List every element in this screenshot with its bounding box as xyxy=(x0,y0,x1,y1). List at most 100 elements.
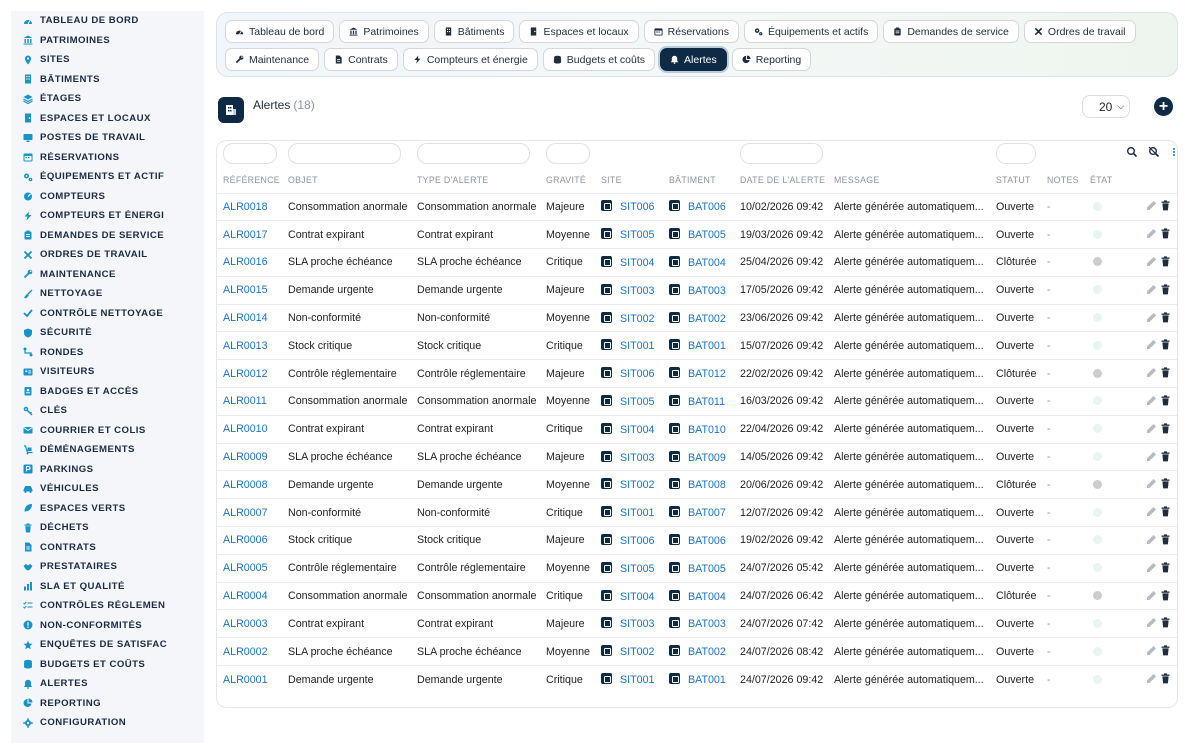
delete-trash-icon[interactable] xyxy=(1160,562,1171,573)
sidebar-item-parking[interactable]: PARKINGS xyxy=(11,460,204,480)
tab-door[interactable]: Espaces et locaux xyxy=(519,20,639,43)
edit-pencil-icon[interactable] xyxy=(1146,562,1157,573)
table-row[interactable]: ALR0015 Demande urgente Demande urgente Maj… xyxy=(217,275,1177,305)
delete-trash-icon[interactable] xyxy=(1160,367,1171,378)
sidebar-item-dolly[interactable]: DÉMÉNAGEMENTS xyxy=(11,440,204,460)
building-link[interactable]: BAT007 xyxy=(688,507,726,519)
sidebar-item-building[interactable]: BÂTIMENTS xyxy=(11,70,204,90)
delete-trash-icon[interactable] xyxy=(1160,506,1171,517)
delete-trash-icon[interactable] xyxy=(1160,450,1171,462)
sidebar-item-chart[interactable]: SLA ET QUALITÉ xyxy=(11,577,204,597)
table-row[interactable]: ALR0007 Non-conformité Non-conformité Criti… xyxy=(217,498,1177,527)
edit-pencil-icon[interactable] xyxy=(1146,506,1157,517)
add-alert-button[interactable]: + xyxy=(1154,97,1173,116)
table-row[interactable]: ALR0013 Stock critique Stock critique Criti… xyxy=(217,331,1177,360)
alert-reference-link[interactable]: ALR0018 xyxy=(217,192,282,221)
tab-bolt[interactable]: Compteurs et énergie xyxy=(402,48,538,71)
delete-trash-icon[interactable] xyxy=(1160,645,1171,656)
table-row[interactable]: ALR0018 Consommation anormale Consommation… xyxy=(217,192,1177,221)
sidebar-item-gauge[interactable]: COMPTEURS xyxy=(11,187,204,207)
column-options-icon[interactable] xyxy=(1171,146,1177,158)
sidebar-item-wrench[interactable]: MAINTENANCE xyxy=(11,265,204,285)
edit-pencil-icon[interactable] xyxy=(1146,673,1157,684)
alert-reference-link[interactable]: ALR0016 xyxy=(217,248,282,277)
sidebar-item-envelope[interactable]: COURRIER ET COLIS xyxy=(11,421,204,441)
sidebar-item-bolt[interactable]: COMPTEURS ET ÉNERGI xyxy=(11,206,204,226)
site-link[interactable]: SIT001 xyxy=(620,674,654,686)
column-header[interactable]: Site xyxy=(595,168,663,193)
filter-date-input[interactable] xyxy=(740,143,823,164)
table-row[interactable]: ALR0002 SLA proche échéance SLA proche éch… xyxy=(217,637,1177,666)
alert-reference-link[interactable]: ALR0006 xyxy=(217,526,282,555)
building-link[interactable]: BAT004 xyxy=(688,257,726,269)
edit-pencil-icon[interactable] xyxy=(1146,228,1157,239)
sidebar-item-list-check[interactable]: CONTRÔLES RÉGLEMEN xyxy=(11,596,204,616)
sidebar-item-key[interactable]: CLÉS xyxy=(11,401,204,421)
tab-calendar[interactable]: Réservations xyxy=(643,20,739,43)
tab-bell[interactable]: Alertes xyxy=(660,48,727,71)
column-header[interactable]: Notes xyxy=(1041,168,1084,193)
building-link[interactable]: BAT006 xyxy=(688,201,726,213)
column-header[interactable]: État xyxy=(1084,168,1124,193)
building-link[interactable]: BAT002 xyxy=(688,313,726,325)
delete-trash-icon[interactable] xyxy=(1160,423,1171,434)
edit-pencil-icon[interactable] xyxy=(1146,395,1157,406)
sidebar-item-handshake[interactable]: PRESTATAIRES xyxy=(11,557,204,577)
edit-pencil-icon[interactable] xyxy=(1146,423,1157,434)
site-link[interactable]: SIT002 xyxy=(620,479,654,491)
edit-pencil-icon[interactable] xyxy=(1146,200,1157,211)
tab-building-columns[interactable]: Patrimoines xyxy=(339,20,429,43)
site-link[interactable]: SIT002 xyxy=(620,313,654,325)
building-link[interactable]: BAT012 xyxy=(688,368,726,380)
site-link[interactable]: SIT001 xyxy=(620,507,654,519)
building-link[interactable]: BAT005 xyxy=(688,563,726,575)
delete-trash-icon[interactable] xyxy=(1160,256,1171,267)
delete-trash-icon[interactable] xyxy=(1160,589,1171,601)
site-link[interactable]: SIT004 xyxy=(620,257,654,269)
building-link[interactable]: BAT009 xyxy=(688,452,726,464)
column-header[interactable]: Message xyxy=(828,168,990,193)
column-header[interactable]: Référence xyxy=(217,168,282,193)
sidebar-item-gears[interactable]: ÉQUIPEMENTS ET ACTIF xyxy=(11,167,204,187)
filter-objet-input[interactable] xyxy=(288,143,401,164)
filter-gravite-input[interactable] xyxy=(546,143,590,164)
building-link[interactable]: BAT003 xyxy=(688,285,726,297)
site-link[interactable]: SIT003 xyxy=(620,285,654,297)
tab-tools[interactable]: Ordres de travail xyxy=(1023,20,1136,43)
building-link[interactable]: BAT004 xyxy=(688,591,726,603)
delete-trash-icon[interactable] xyxy=(1160,228,1171,239)
sidebar-item-desktop[interactable]: POSTES DE TRAVAIL xyxy=(11,128,204,148)
table-row[interactable]: ALR0012 Contrôle réglementaire Contrôle ré… xyxy=(217,359,1177,388)
building-link[interactable]: BAT006 xyxy=(688,535,726,547)
tab-gears[interactable]: Équipements et actifs xyxy=(743,20,879,43)
filter-type-input[interactable] xyxy=(417,143,530,164)
sidebar-item-tools[interactable]: ORDRES DE TRAVAIL xyxy=(11,245,204,265)
alert-reference-link[interactable]: ALR0017 xyxy=(217,220,282,249)
building-link[interactable]: BAT010 xyxy=(688,424,726,436)
tab-coins[interactable]: Budgets et coûts xyxy=(542,48,656,71)
delete-trash-icon[interactable] xyxy=(1160,339,1171,350)
alert-reference-link[interactable]: ALR0004 xyxy=(217,581,282,610)
table-row[interactable]: ALR0017 Contrat expirant Contrat expirant M… xyxy=(217,220,1177,249)
site-link[interactable]: SIT004 xyxy=(620,591,654,603)
sidebar-item-coins[interactable]: BUDGETS ET COÛTS xyxy=(11,655,204,675)
edit-pencil-icon[interactable] xyxy=(1146,339,1157,350)
alert-reference-link[interactable]: ALR0012 xyxy=(217,359,282,388)
site-link[interactable]: SIT004 xyxy=(620,424,654,436)
site-link[interactable]: SIT006 xyxy=(620,368,654,380)
alert-reference-link[interactable]: ALR0010 xyxy=(217,414,282,444)
site-link[interactable]: SIT006 xyxy=(620,535,654,547)
table-row[interactable]: ALR0005 Contrôle réglementaire Contrôle ré… xyxy=(217,553,1177,583)
building-link[interactable]: BAT001 xyxy=(688,340,726,352)
site-link[interactable]: SIT005 xyxy=(620,229,654,241)
sidebar-item-badge[interactable]: BADGES ET ACCÈS xyxy=(11,382,204,402)
column-header[interactable]: Gravité xyxy=(540,168,595,193)
column-header[interactable]: Bâtiment xyxy=(663,168,734,193)
tab-clipboard[interactable]: Demandes de service xyxy=(883,20,1019,43)
table-row[interactable]: ALR0004 Consommation anormale Consommation… xyxy=(217,581,1177,610)
sidebar-item-document[interactable]: CONTRATS xyxy=(11,538,204,558)
table-row[interactable]: ALR0014 Non-conformité Non-conformité Moyen… xyxy=(217,303,1177,332)
sidebar-item-map-pin[interactable]: SITES xyxy=(11,50,204,70)
table-row[interactable]: ALR0009 SLA proche échéance SLA proche éch… xyxy=(217,442,1177,471)
sidebar-item-route[interactable]: RONDES xyxy=(11,343,204,363)
